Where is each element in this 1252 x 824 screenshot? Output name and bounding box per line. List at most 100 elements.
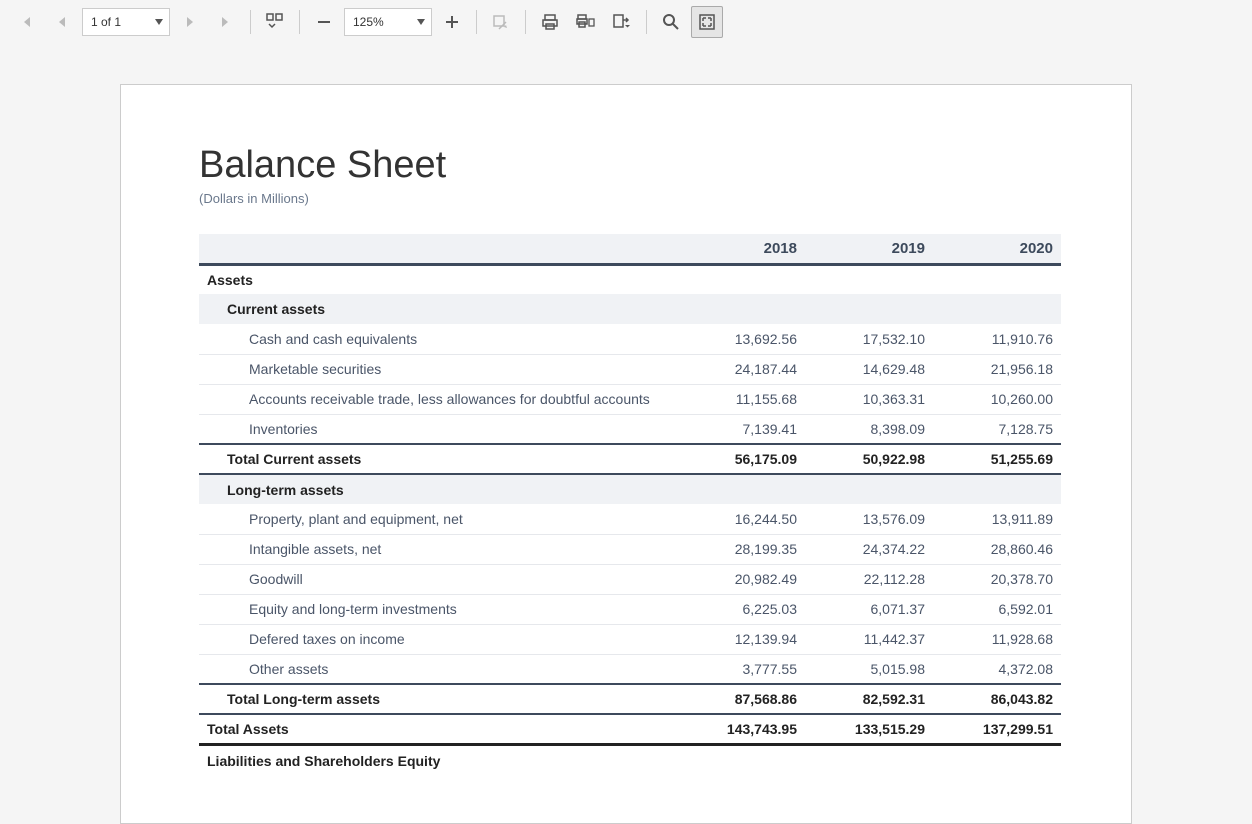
prev-page-button[interactable] bbox=[46, 6, 78, 38]
fullscreen-button[interactable] bbox=[691, 6, 723, 38]
header-year-0: 2018 bbox=[677, 234, 805, 265]
table-row: Current assets bbox=[199, 294, 1061, 324]
row-label: Property, plant and equipment, net bbox=[199, 504, 677, 534]
table-row: Inventories7,139.418,398.097,128.75 bbox=[199, 414, 1061, 444]
row-value: 11,910.76 bbox=[933, 324, 1061, 354]
zoom-in-button[interactable] bbox=[436, 6, 468, 38]
print-page-button[interactable] bbox=[570, 6, 602, 38]
row-value: 6,071.37 bbox=[805, 594, 933, 624]
report-title: Balance Sheet bbox=[199, 145, 1061, 187]
row-value bbox=[933, 294, 1061, 324]
report-subtitle: (Dollars in Millions) bbox=[199, 191, 1061, 206]
row-value: 28,199.35 bbox=[677, 534, 805, 564]
report-toolbar: 1 of 1 125% bbox=[0, 0, 1252, 44]
row-value: 28,860.46 bbox=[933, 534, 1061, 564]
row-value bbox=[805, 294, 933, 324]
separator bbox=[646, 10, 647, 34]
row-value: 14,629.48 bbox=[805, 354, 933, 384]
separator bbox=[525, 10, 526, 34]
row-value bbox=[677, 294, 805, 324]
table-header-row: 2018 2019 2020 bbox=[199, 234, 1061, 265]
subsection-long-term-assets: Long-term assets bbox=[199, 474, 677, 504]
row-value bbox=[933, 745, 1061, 775]
row-label: Goodwill bbox=[199, 564, 677, 594]
row-value bbox=[677, 745, 805, 775]
row-value: 10,363.31 bbox=[805, 384, 933, 414]
row-value: 7,128.75 bbox=[933, 414, 1061, 444]
zoom-display-text: 125% bbox=[353, 15, 384, 29]
last-page-button[interactable] bbox=[210, 6, 242, 38]
row-label: Cash and cash equivalents bbox=[199, 324, 677, 354]
row-value: 13,911.89 bbox=[933, 504, 1061, 534]
row-label: Accounts receivable trade, less allowanc… bbox=[199, 384, 677, 414]
caret-down-icon bbox=[155, 19, 163, 25]
row-label: Other assets bbox=[199, 654, 677, 684]
separator bbox=[476, 10, 477, 34]
table-row: Equity and long-term investments6,225.03… bbox=[199, 594, 1061, 624]
separator bbox=[299, 10, 300, 34]
caret-down-icon bbox=[417, 19, 425, 25]
row-value: 21,956.18 bbox=[933, 354, 1061, 384]
next-page-button[interactable] bbox=[174, 6, 206, 38]
report-page: Balance Sheet (Dollars in Millions) 2018… bbox=[120, 84, 1132, 824]
row-value: 7,139.41 bbox=[677, 414, 805, 444]
total-long-term-assets: Total Long-term assets bbox=[199, 684, 677, 714]
row-value bbox=[805, 474, 933, 504]
row-label: Equity and long-term investments bbox=[199, 594, 677, 624]
row-value: 11,928.68 bbox=[933, 624, 1061, 654]
total-assets: Total Assets bbox=[199, 714, 677, 745]
page-viewport: Balance Sheet (Dollars in Millions) 2018… bbox=[0, 44, 1252, 824]
header-year-2: 2020 bbox=[933, 234, 1061, 265]
row-value: 17,532.10 bbox=[805, 324, 933, 354]
row-value: 11,155.68 bbox=[677, 384, 805, 414]
table-row: Long-term assets bbox=[199, 474, 1061, 504]
print-button[interactable] bbox=[534, 6, 566, 38]
row-value bbox=[805, 264, 933, 294]
row-value: 133,515.29 bbox=[805, 714, 933, 745]
zoom-out-button[interactable] bbox=[308, 6, 340, 38]
page-selector[interactable]: 1 of 1 bbox=[82, 8, 170, 36]
table-row: Other assets3,777.555,015.984,372.08 bbox=[199, 654, 1061, 684]
row-value: 8,398.09 bbox=[805, 414, 933, 444]
row-label: Inventories bbox=[199, 414, 677, 444]
row-value: 13,692.56 bbox=[677, 324, 805, 354]
total-current-assets: Total Current assets bbox=[199, 444, 677, 474]
row-value: 5,015.98 bbox=[805, 654, 933, 684]
row-value: 50,922.98 bbox=[805, 444, 933, 474]
row-value: 51,255.69 bbox=[933, 444, 1061, 474]
balance-sheet-table: 2018 2019 2020 AssetsCurrent assetsCash … bbox=[199, 234, 1061, 775]
row-value: 56,175.09 bbox=[677, 444, 805, 474]
table-row: Intangible assets, net28,199.3524,374.22… bbox=[199, 534, 1061, 564]
page-display-text: 1 of 1 bbox=[91, 15, 121, 29]
row-value: 10,260.00 bbox=[933, 384, 1061, 414]
row-value: 3,777.55 bbox=[677, 654, 805, 684]
search-button[interactable] bbox=[655, 6, 687, 38]
table-row: Total Current assets56,175.0950,922.9851… bbox=[199, 444, 1061, 474]
zoom-selector[interactable]: 125% bbox=[344, 8, 432, 36]
row-value bbox=[677, 264, 805, 294]
table-row: Total Assets143,743.95133,515.29137,299.… bbox=[199, 714, 1061, 745]
toggle-multipage-button[interactable] bbox=[259, 6, 291, 38]
table-row: Accounts receivable trade, less allowanc… bbox=[199, 384, 1061, 414]
row-value bbox=[805, 745, 933, 775]
row-label: Marketable securities bbox=[199, 354, 677, 384]
section-assets: Assets bbox=[199, 264, 677, 294]
row-value: 24,374.22 bbox=[805, 534, 933, 564]
export-button[interactable] bbox=[606, 6, 638, 38]
highlight-editing-button[interactable] bbox=[485, 6, 517, 38]
first-page-button[interactable] bbox=[10, 6, 42, 38]
section-liabilities-equity: Liabilities and Shareholders Equity bbox=[199, 745, 677, 775]
row-value bbox=[933, 264, 1061, 294]
table-row: Defered taxes on income12,139.9411,442.3… bbox=[199, 624, 1061, 654]
row-value: 137,299.51 bbox=[933, 714, 1061, 745]
row-value: 24,187.44 bbox=[677, 354, 805, 384]
table-row: Liabilities and Shareholders Equity bbox=[199, 745, 1061, 775]
table-row: Total Long-term assets87,568.8682,592.31… bbox=[199, 684, 1061, 714]
row-value: 86,043.82 bbox=[933, 684, 1061, 714]
row-label: Defered taxes on income bbox=[199, 624, 677, 654]
row-value: 82,592.31 bbox=[805, 684, 933, 714]
table-row: Marketable securities24,187.4414,629.482… bbox=[199, 354, 1061, 384]
row-value: 87,568.86 bbox=[677, 684, 805, 714]
row-value bbox=[677, 474, 805, 504]
table-row: Goodwill20,982.4922,112.2820,378.70 bbox=[199, 564, 1061, 594]
